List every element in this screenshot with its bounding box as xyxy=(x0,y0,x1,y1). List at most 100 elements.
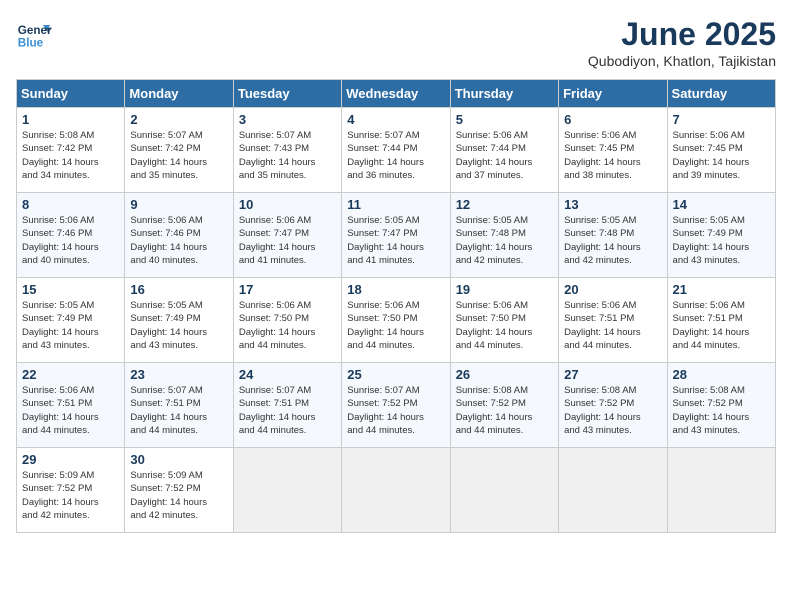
cell-data: Sunrise: 5:05 AMSunset: 7:49 PMDaylight:… xyxy=(130,299,227,352)
day-number: 25 xyxy=(347,367,444,382)
day-number: 13 xyxy=(564,197,661,212)
cell-data: Sunrise: 5:09 AMSunset: 7:52 PMDaylight:… xyxy=(130,469,227,522)
day-number: 1 xyxy=(22,112,119,127)
day-number: 6 xyxy=(564,112,661,127)
cell-data: Sunrise: 5:06 AMSunset: 7:51 PMDaylight:… xyxy=(673,299,770,352)
day-number: 22 xyxy=(22,367,119,382)
month-title: June 2025 xyxy=(588,16,776,53)
day-number: 14 xyxy=(673,197,770,212)
day-number: 29 xyxy=(22,452,119,467)
day-number: 5 xyxy=(456,112,553,127)
calendar-cell-17: 17 Sunrise: 5:06 AMSunset: 7:50 PMDayligh… xyxy=(233,278,341,363)
calendar-cell-22: 22 Sunrise: 5:06 AMSunset: 7:51 PMDayligh… xyxy=(17,363,125,448)
day-header-tuesday: Tuesday xyxy=(233,80,341,108)
empty-cell xyxy=(559,448,667,533)
empty-cell xyxy=(450,448,558,533)
calendar-cell-4: 4 Sunrise: 5:07 AMSunset: 7:44 PMDaylight… xyxy=(342,108,450,193)
cell-data: Sunrise: 5:05 AMSunset: 7:49 PMDaylight:… xyxy=(22,299,119,352)
cell-data: Sunrise: 5:07 AMSunset: 7:44 PMDaylight:… xyxy=(347,129,444,182)
cell-data: Sunrise: 5:07 AMSunset: 7:51 PMDaylight:… xyxy=(130,384,227,437)
svg-text:Blue: Blue xyxy=(18,37,44,50)
calendar-cell-14: 14 Sunrise: 5:05 AMSunset: 7:49 PMDayligh… xyxy=(667,193,775,278)
day-number: 21 xyxy=(673,282,770,297)
day-number: 16 xyxy=(130,282,227,297)
cell-data: Sunrise: 5:05 AMSunset: 7:49 PMDaylight:… xyxy=(673,214,770,267)
calendar-cell-27: 27 Sunrise: 5:08 AMSunset: 7:52 PMDayligh… xyxy=(559,363,667,448)
cell-data: Sunrise: 5:06 AMSunset: 7:46 PMDaylight:… xyxy=(130,214,227,267)
calendar-cell-25: 25 Sunrise: 5:07 AMSunset: 7:52 PMDayligh… xyxy=(342,363,450,448)
calendar-cell-13: 13 Sunrise: 5:05 AMSunset: 7:48 PMDayligh… xyxy=(559,193,667,278)
empty-cell xyxy=(233,448,341,533)
header-row: SundayMondayTuesdayWednesdayThursdayFrid… xyxy=(17,80,776,108)
calendar-cell-7: 7Sunrise: 5:06 AMSunset: 7:45 PMDaylight… xyxy=(667,108,775,193)
calendar-cell-29: 29Sunrise: 5:09 AMSunset: 7:52 PMDayligh… xyxy=(17,448,125,533)
cell-data: Sunrise: 5:07 AMSunset: 7:42 PMDaylight:… xyxy=(130,129,227,182)
empty-cell xyxy=(667,448,775,533)
calendar-cell-5: 5 Sunrise: 5:06 AMSunset: 7:44 PMDaylight… xyxy=(450,108,558,193)
location-title: Qubodiyon, Khatlon, Tajikistan xyxy=(588,53,776,69)
day-header-sunday: Sunday xyxy=(17,80,125,108)
calendar-cell-2: 2Sunrise: 5:07 AMSunset: 7:42 PMDaylight… xyxy=(125,108,233,193)
calendar-cell-24: 24 Sunrise: 5:07 AMSunset: 7:51 PMDayligh… xyxy=(233,363,341,448)
page-header: General Blue June 2025 Qubodiyon, Khatlo… xyxy=(16,16,776,69)
day-number: 12 xyxy=(456,197,553,212)
day-number: 3 xyxy=(239,112,336,127)
calendar-week-2: 8 Sunrise: 5:06 AMSunset: 7:46 PMDaylight… xyxy=(17,193,776,278)
day-number: 28 xyxy=(673,367,770,382)
cell-data: Sunrise: 5:06 AMSunset: 7:44 PMDaylight:… xyxy=(456,129,553,182)
cell-data: Sunrise: 5:06 AMSunset: 7:50 PMDaylight:… xyxy=(347,299,444,352)
day-header-friday: Friday xyxy=(559,80,667,108)
cell-data: Sunrise: 5:05 AMSunset: 7:48 PMDaylight:… xyxy=(564,214,661,267)
day-header-saturday: Saturday xyxy=(667,80,775,108)
calendar-cell-15: 15 Sunrise: 5:05 AMSunset: 7:49 PMDayligh… xyxy=(17,278,125,363)
day-number: 20 xyxy=(564,282,661,297)
day-number: 23 xyxy=(130,367,227,382)
cell-data: Sunrise: 5:07 AMSunset: 7:51 PMDaylight:… xyxy=(239,384,336,437)
calendar-cell-18: 18 Sunrise: 5:06 AMSunset: 7:50 PMDayligh… xyxy=(342,278,450,363)
calendar-cell-26: 26 Sunrise: 5:08 AMSunset: 7:52 PMDayligh… xyxy=(450,363,558,448)
day-number: 19 xyxy=(456,282,553,297)
day-number: 10 xyxy=(239,197,336,212)
logo-icon: General Blue xyxy=(16,16,52,52)
cell-data: Sunrise: 5:06 AMSunset: 7:51 PMDaylight:… xyxy=(22,384,119,437)
calendar-cell-23: 23 Sunrise: 5:07 AMSunset: 7:51 PMDayligh… xyxy=(125,363,233,448)
day-header-monday: Monday xyxy=(125,80,233,108)
calendar-cell-8: 8Sunrise: 5:06 AMSunset: 7:46 PMDaylight… xyxy=(17,193,125,278)
day-number: 15 xyxy=(22,282,119,297)
calendar-cell-3: 3 Sunrise: 5:07 AMSunset: 7:43 PMDaylight… xyxy=(233,108,341,193)
calendar-week-5: 29 Sunrise: 5:09 AMSunset: 7:52 PMDayligh… xyxy=(17,448,776,533)
calendar-cell-9: 9 Sunrise: 5:06 AMSunset: 7:46 PMDaylight… xyxy=(125,193,233,278)
calendar-cell-20: 20Sunrise: 5:06 AMSunset: 7:51 PMDayligh… xyxy=(559,278,667,363)
day-number: 26 xyxy=(456,367,553,382)
calendar-cell-6: 6Sunrise: 5:06 AMSunset: 7:45 PMDaylight… xyxy=(559,108,667,193)
day-number: 30 xyxy=(130,452,227,467)
day-header-wednesday: Wednesday xyxy=(342,80,450,108)
calendar-cell-10: 10Sunrise: 5:06 AMSunset: 7:47 PMDayligh… xyxy=(233,193,341,278)
calendar-cell-12: 12 Sunrise: 5:05 AMSunset: 7:48 PMDayligh… xyxy=(450,193,558,278)
day-number: 24 xyxy=(239,367,336,382)
calendar-cell-11: 11Sunrise: 5:05 AMSunset: 7:47 PMDayligh… xyxy=(342,193,450,278)
title-block: June 2025 Qubodiyon, Khatlon, Tajikistan xyxy=(588,16,776,69)
calendar-cell-19: 19Sunrise: 5:06 AMSunset: 7:50 PMDayligh… xyxy=(450,278,558,363)
day-number: 27 xyxy=(564,367,661,382)
cell-data: Sunrise: 5:06 AMSunset: 7:50 PMDaylight:… xyxy=(239,299,336,352)
calendar-cell-16: 16 Sunrise: 5:05 AMSunset: 7:49 PMDayligh… xyxy=(125,278,233,363)
day-number: 4 xyxy=(347,112,444,127)
day-header-thursday: Thursday xyxy=(450,80,558,108)
logo: General Blue xyxy=(16,16,52,52)
cell-data: Sunrise: 5:08 AMSunset: 7:52 PMDaylight:… xyxy=(564,384,661,437)
day-number: 7 xyxy=(673,112,770,127)
day-number: 9 xyxy=(130,197,227,212)
calendar-cell-1: 1Sunrise: 5:08 AMSunset: 7:42 PMDaylight… xyxy=(17,108,125,193)
empty-cell xyxy=(342,448,450,533)
day-number: 8 xyxy=(22,197,119,212)
cell-data: Sunrise: 5:08 AMSunset: 7:52 PMDaylight:… xyxy=(673,384,770,437)
calendar-cell-28: 28 Sunrise: 5:08 AMSunset: 7:52 PMDayligh… xyxy=(667,363,775,448)
cell-data: Sunrise: 5:07 AMSunset: 7:52 PMDaylight:… xyxy=(347,384,444,437)
day-number: 17 xyxy=(239,282,336,297)
cell-data: Sunrise: 5:07 AMSunset: 7:43 PMDaylight:… xyxy=(239,129,336,182)
calendar-week-4: 22 Sunrise: 5:06 AMSunset: 7:51 PMDayligh… xyxy=(17,363,776,448)
cell-data: Sunrise: 5:08 AMSunset: 7:52 PMDaylight:… xyxy=(456,384,553,437)
day-number: 18 xyxy=(347,282,444,297)
cell-data: Sunrise: 5:05 AMSunset: 7:48 PMDaylight:… xyxy=(456,214,553,267)
